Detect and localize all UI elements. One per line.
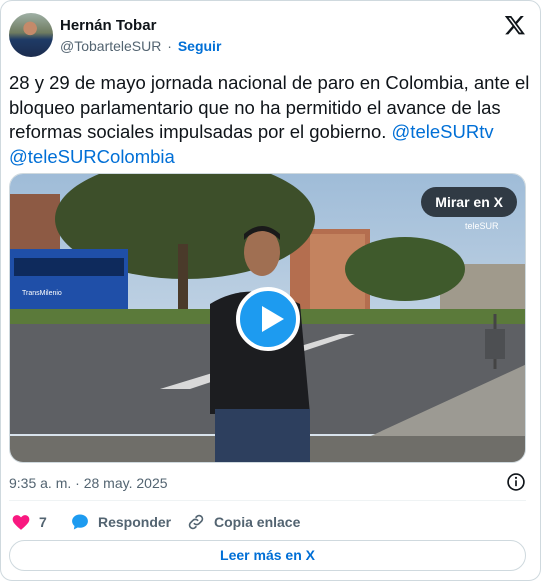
handle-separator: · (167, 38, 172, 54)
avatar[interactable] (9, 13, 53, 57)
timestamp[interactable]: 9:35 a. m. · 28 may. 2025 (9, 475, 168, 491)
reply-bubble-icon (72, 514, 88, 530)
copy-link-label: Copia enlace (214, 514, 301, 530)
play-icon (262, 306, 284, 332)
like-button[interactable]: 7 (11, 511, 47, 533)
reply-button[interactable]: Responder (70, 511, 171, 533)
author-handle[interactable]: @TobarteleSUR (60, 38, 161, 54)
divider (9, 500, 526, 501)
read-more-button[interactable]: Leer más en X (9, 540, 526, 571)
tweet-card: Hernán Tobar @TobarteleSUR · Seguir 28 y… (0, 0, 541, 581)
watch-on-x-button[interactable]: Mirar en X (421, 187, 517, 217)
watermark: teleSUR (465, 221, 499, 231)
author-name[interactable]: Hernán Tobar (60, 17, 156, 34)
tweet-time: 9:35 a. m. (9, 475, 72, 491)
meta-separator: · (75, 475, 80, 491)
reply-label: Responder (98, 514, 172, 530)
bus-text: TransMilenio (22, 290, 62, 297)
copy-link-button[interactable]: Copia enlace (186, 511, 300, 533)
mention-telesurtv[interactable]: @teleSURtv (392, 121, 494, 142)
author-handle-line: @TobarteleSUR · Seguir (60, 38, 221, 54)
tweet-text: 28 y 29 de mayo jornada nacional de paro… (9, 71, 534, 169)
like-count: 7 (39, 514, 47, 530)
link-icon (188, 514, 204, 530)
play-button[interactable] (236, 287, 300, 351)
heart-icon (12, 515, 30, 530)
follow-button[interactable]: Seguir (178, 38, 222, 54)
video-media[interactable]: TransMilenio teleSUR Mirar en X (9, 173, 526, 463)
tweet-date: 28 may. 2025 (83, 475, 168, 491)
info-icon[interactable] (506, 472, 526, 492)
mention-telesurcolombia[interactable]: @teleSURColombia (9, 146, 175, 167)
x-logo-icon[interactable] (504, 14, 526, 36)
